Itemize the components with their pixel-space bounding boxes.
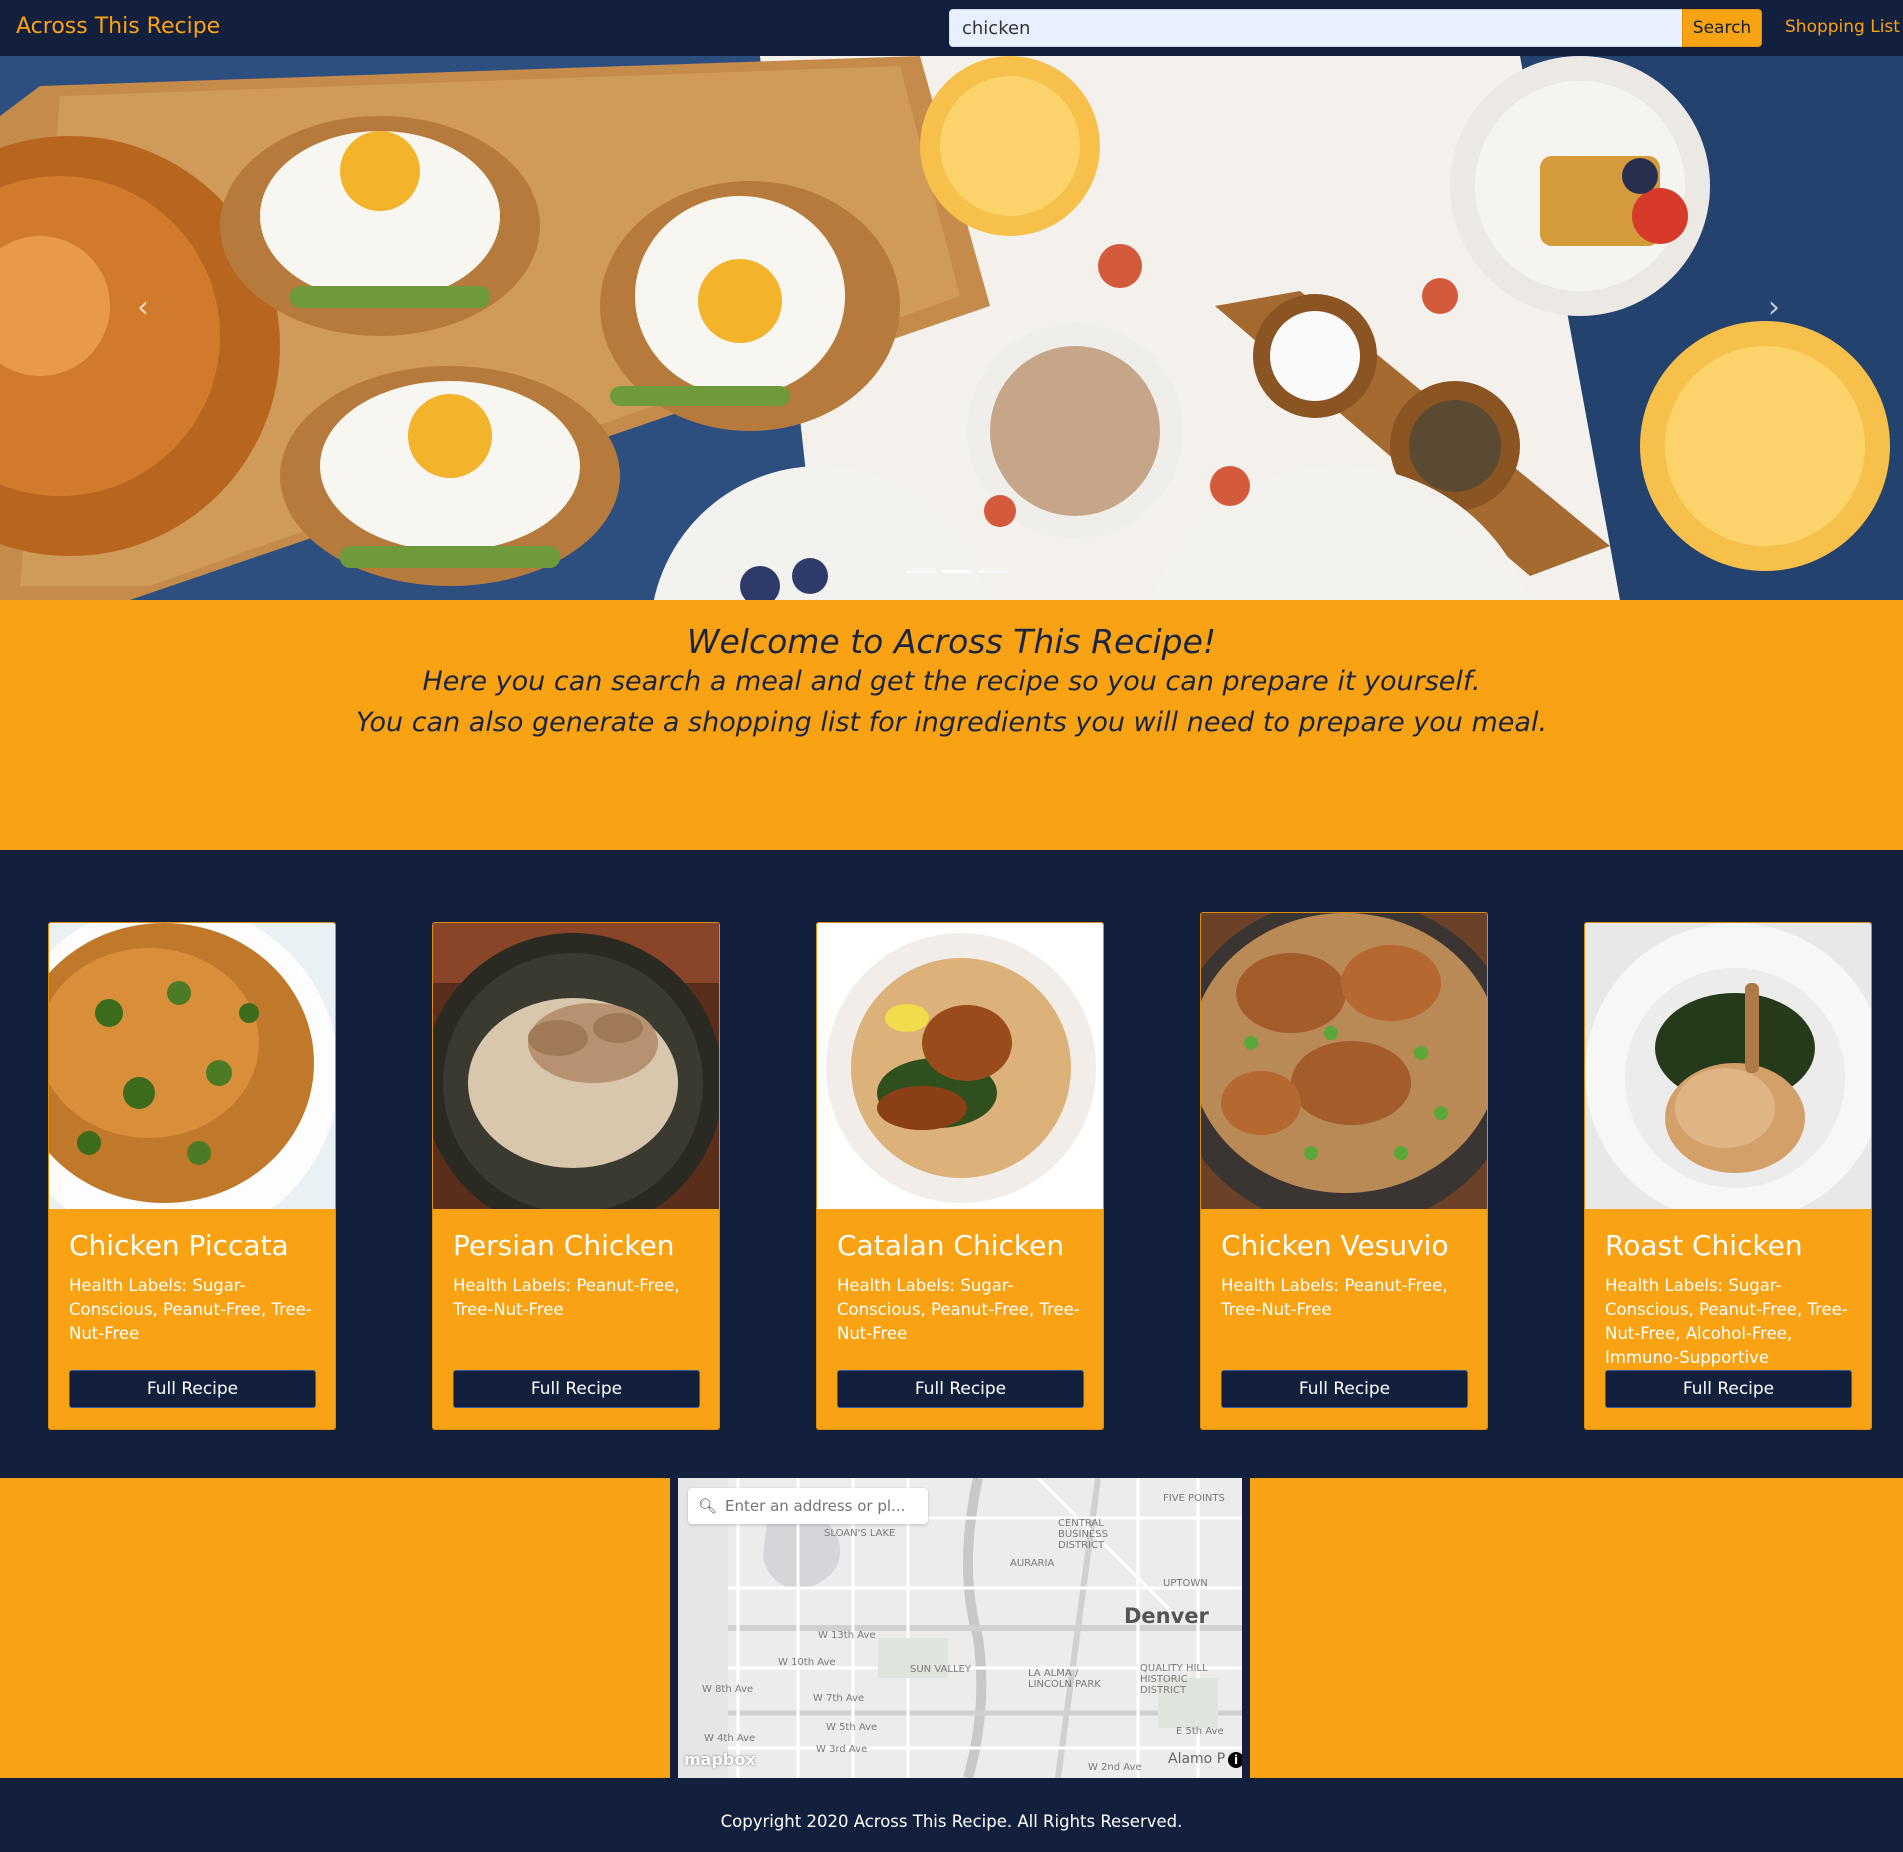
map-section: 🔍︎ SLOAN'S LAKE CENTRAL BUSINESS DISTRIC…: [0, 1478, 1903, 1778]
hero-image: [0, 56, 1903, 600]
map-label: SUN VALLEY: [910, 1664, 971, 1675]
map-label: W 4th Ave: [704, 1733, 756, 1744]
recipe-title: Catalan Chicken: [837, 1229, 1065, 1262]
full-recipe-button[interactable]: Full Recipe: [453, 1370, 700, 1408]
map-label: LA ALMA / LINCOLN PARK: [1028, 1668, 1101, 1690]
map-label: W 13th Ave: [818, 1630, 876, 1641]
recipe-image: [1585, 923, 1871, 1209]
recipe-image: [433, 923, 719, 1209]
shopping-list-link[interactable]: Shopping List: [1785, 17, 1900, 37]
info-icon[interactable]: i: [1228, 1752, 1242, 1768]
map-label: W 8th Ave: [702, 1684, 754, 1695]
welcome-section: Welcome to Across This Recipe! Here you …: [0, 600, 1903, 850]
recipe-cards: Chicken Piccata Health Labels: Sugar-Con…: [0, 850, 1903, 1478]
map-label: Alamo P: [1168, 1751, 1226, 1767]
recipe-card: Roast Chicken Health Labels: Sugar-Consc…: [1584, 922, 1872, 1430]
recipe-health-labels: Health Labels: Peanut-Free, Tree-Nut-Fre…: [453, 1276, 680, 1319]
map-label: QUALITY HILL HISTORIC DISTRICT: [1140, 1663, 1208, 1696]
carousel-indicator[interactable]: [906, 570, 936, 573]
chevron-left-icon: ‹: [137, 289, 149, 325]
full-recipe-button[interactable]: Full Recipe: [1605, 1370, 1852, 1408]
chevron-right-icon: ›: [1768, 289, 1780, 325]
full-recipe-button[interactable]: Full Recipe: [1221, 1370, 1468, 1408]
map-label: W 7th Ave: [813, 1693, 865, 1704]
map-label: SLOAN'S LAKE: [824, 1528, 896, 1539]
mapbox-logo[interactable]: mapbox: [684, 1750, 756, 1769]
carousel-next-button[interactable]: ›: [1754, 282, 1794, 332]
search-input[interactable]: [949, 9, 1683, 47]
map-search-input[interactable]: [725, 1497, 916, 1515]
map[interactable]: 🔍︎ SLOAN'S LAKE CENTRAL BUSINESS DISTRIC…: [670, 1478, 1250, 1778]
welcome-line-1: Here you can search a meal and get the r…: [422, 666, 1481, 697]
map-search-box[interactable]: 🔍︎: [688, 1488, 928, 1524]
recipe-card: Chicken Vesuvio Health Labels: Peanut-Fr…: [1200, 912, 1488, 1430]
carousel-indicator[interactable]: [978, 570, 1008, 573]
map-label: W 2nd Ave: [1088, 1762, 1142, 1773]
recipe-image: [49, 923, 335, 1209]
footer: Copyright 2020 Across This Recipe. All R…: [0, 1778, 1903, 1852]
search-icon: 🔍︎: [698, 1497, 718, 1515]
brand-link[interactable]: Across This Recipe: [16, 14, 220, 39]
map-label: FIVE POINTS: [1163, 1493, 1225, 1504]
hero-carousel: ‹ ›: [0, 56, 1903, 600]
recipe-health-labels: Health Labels: Sugar-Conscious, Peanut-F…: [1605, 1276, 1848, 1367]
map-label: CENTRAL BUSINESS DISTRICT: [1058, 1518, 1108, 1551]
full-recipe-button[interactable]: Full Recipe: [69, 1370, 316, 1408]
recipe-title: Persian Chicken: [453, 1229, 675, 1262]
recipe-health-labels: Health Labels: Peanut-Free, Tree-Nut-Fre…: [1221, 1276, 1448, 1319]
map-label: W 3rd Ave: [816, 1744, 868, 1755]
map-city-label: Denver: [1124, 1604, 1209, 1628]
recipe-card: Chicken Piccata Health Labels: Sugar-Con…: [48, 922, 336, 1430]
carousel-indicator[interactable]: [942, 570, 972, 573]
recipe-card: Persian Chicken Health Labels: Peanut-Fr…: [432, 922, 720, 1430]
carousel-prev-button[interactable]: ‹: [123, 282, 163, 332]
welcome-heading: Welcome to Across This Recipe!: [686, 622, 1217, 661]
welcome-line-2: You can also generate a shopping list fo…: [355, 707, 1548, 738]
recipe-card: Catalan Chicken Health Labels: Sugar-Con…: [816, 922, 1104, 1430]
map-label: AURARIA: [1010, 1558, 1055, 1569]
recipe-title: Chicken Piccata: [69, 1229, 289, 1262]
map-label: UPTOWN: [1163, 1578, 1208, 1589]
copyright-text: Copyright 2020 Across This Recipe. All R…: [720, 1812, 1183, 1831]
map-label: E 5th Ave: [1176, 1726, 1224, 1737]
map-label: W 10th Ave: [778, 1657, 836, 1668]
search-button[interactable]: Search: [1682, 9, 1762, 47]
recipe-image: [1201, 913, 1487, 1209]
navbar: Across This Recipe Search Shopping List: [0, 0, 1903, 56]
full-recipe-button[interactable]: Full Recipe: [837, 1370, 1084, 1408]
recipe-image: [817, 923, 1103, 1209]
map-label: W 5th Ave: [826, 1722, 878, 1733]
recipe-title: Roast Chicken: [1605, 1229, 1803, 1262]
recipe-title: Chicken Vesuvio: [1221, 1229, 1449, 1262]
recipe-health-labels: Health Labels: Sugar-Conscious, Peanut-F…: [69, 1276, 312, 1343]
carousel-indicators: [906, 570, 1008, 573]
recipe-health-labels: Health Labels: Sugar-Conscious, Peanut-F…: [837, 1276, 1080, 1343]
